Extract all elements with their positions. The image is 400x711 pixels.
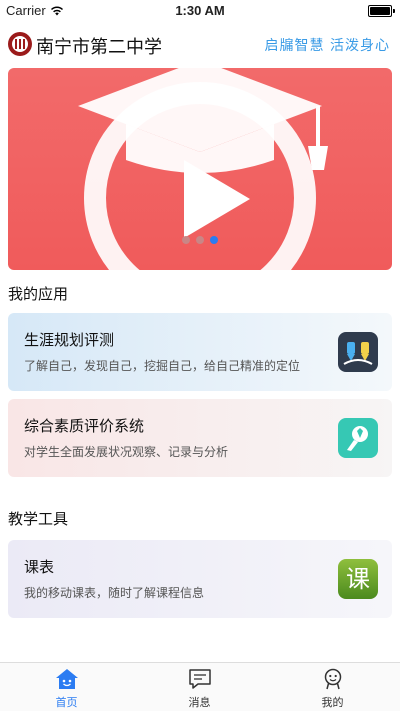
message-icon	[189, 669, 211, 689]
app-header: 南宁市第二中学 启牖智慧 活泼身心	[0, 28, 400, 62]
section-title-my-apps: 我的应用	[8, 285, 69, 303]
app-card-quality-evaluation[interactable]: 综合素质评价系统 对学生全面发展状况观察、记录与分析	[8, 399, 392, 477]
app-card-title: 课表	[24, 558, 55, 576]
quality-icon	[338, 418, 378, 458]
banner-carousel[interactable]	[8, 68, 392, 270]
carousel-dot-active[interactable]	[210, 236, 218, 244]
app-card-title: 生涯规划评测	[24, 331, 115, 349]
tab-bar: 首页 消息 我的	[0, 662, 400, 711]
school-logo	[8, 32, 32, 56]
school-slogan: 启牖智慧 活泼身心	[264, 38, 390, 54]
app-card-subtitle: 了解自己，发现自己，挖掘自己，给自己精准的定位	[24, 359, 301, 373]
status-time: 1:30 AM	[175, 3, 225, 18]
app-card-title: 综合素质评价系统	[24, 417, 145, 435]
tab-profile[interactable]: 我的	[266, 663, 399, 711]
profile-icon	[324, 668, 342, 690]
tab-home[interactable]: 首页	[0, 663, 133, 711]
home-icon	[56, 669, 78, 689]
app-card-schedule[interactable]: 课表 我的移动课表，随时了解课程信息 课	[8, 540, 392, 618]
app-card-subtitle: 对学生全面发展状况观察、记录与分析	[24, 445, 229, 459]
schedule-icon: 课	[338, 559, 378, 599]
carousel-dot[interactable]	[182, 236, 190, 244]
status-bar: Carrier 1:30 AM	[0, 0, 400, 22]
section-title-teaching-tools: 教学工具	[8, 510, 69, 528]
tab-label: 消息	[188, 696, 211, 709]
app-card-career-planning[interactable]: 生涯规划评测 了解自己，发现自己，挖掘自己，给自己精准的定位	[8, 313, 392, 391]
school-name: 南宁市第二中学	[36, 37, 162, 58]
tab-messages[interactable]: 消息	[133, 663, 266, 711]
app-card-subtitle: 我的移动课表，随时了解课程信息	[24, 586, 205, 600]
career-icon	[338, 332, 378, 372]
battery-icon	[368, 5, 395, 17]
tab-label: 首页	[55, 696, 78, 709]
carousel-dots	[8, 236, 392, 244]
tab-label: 我的	[321, 696, 344, 709]
carousel-dot[interactable]	[196, 236, 204, 244]
